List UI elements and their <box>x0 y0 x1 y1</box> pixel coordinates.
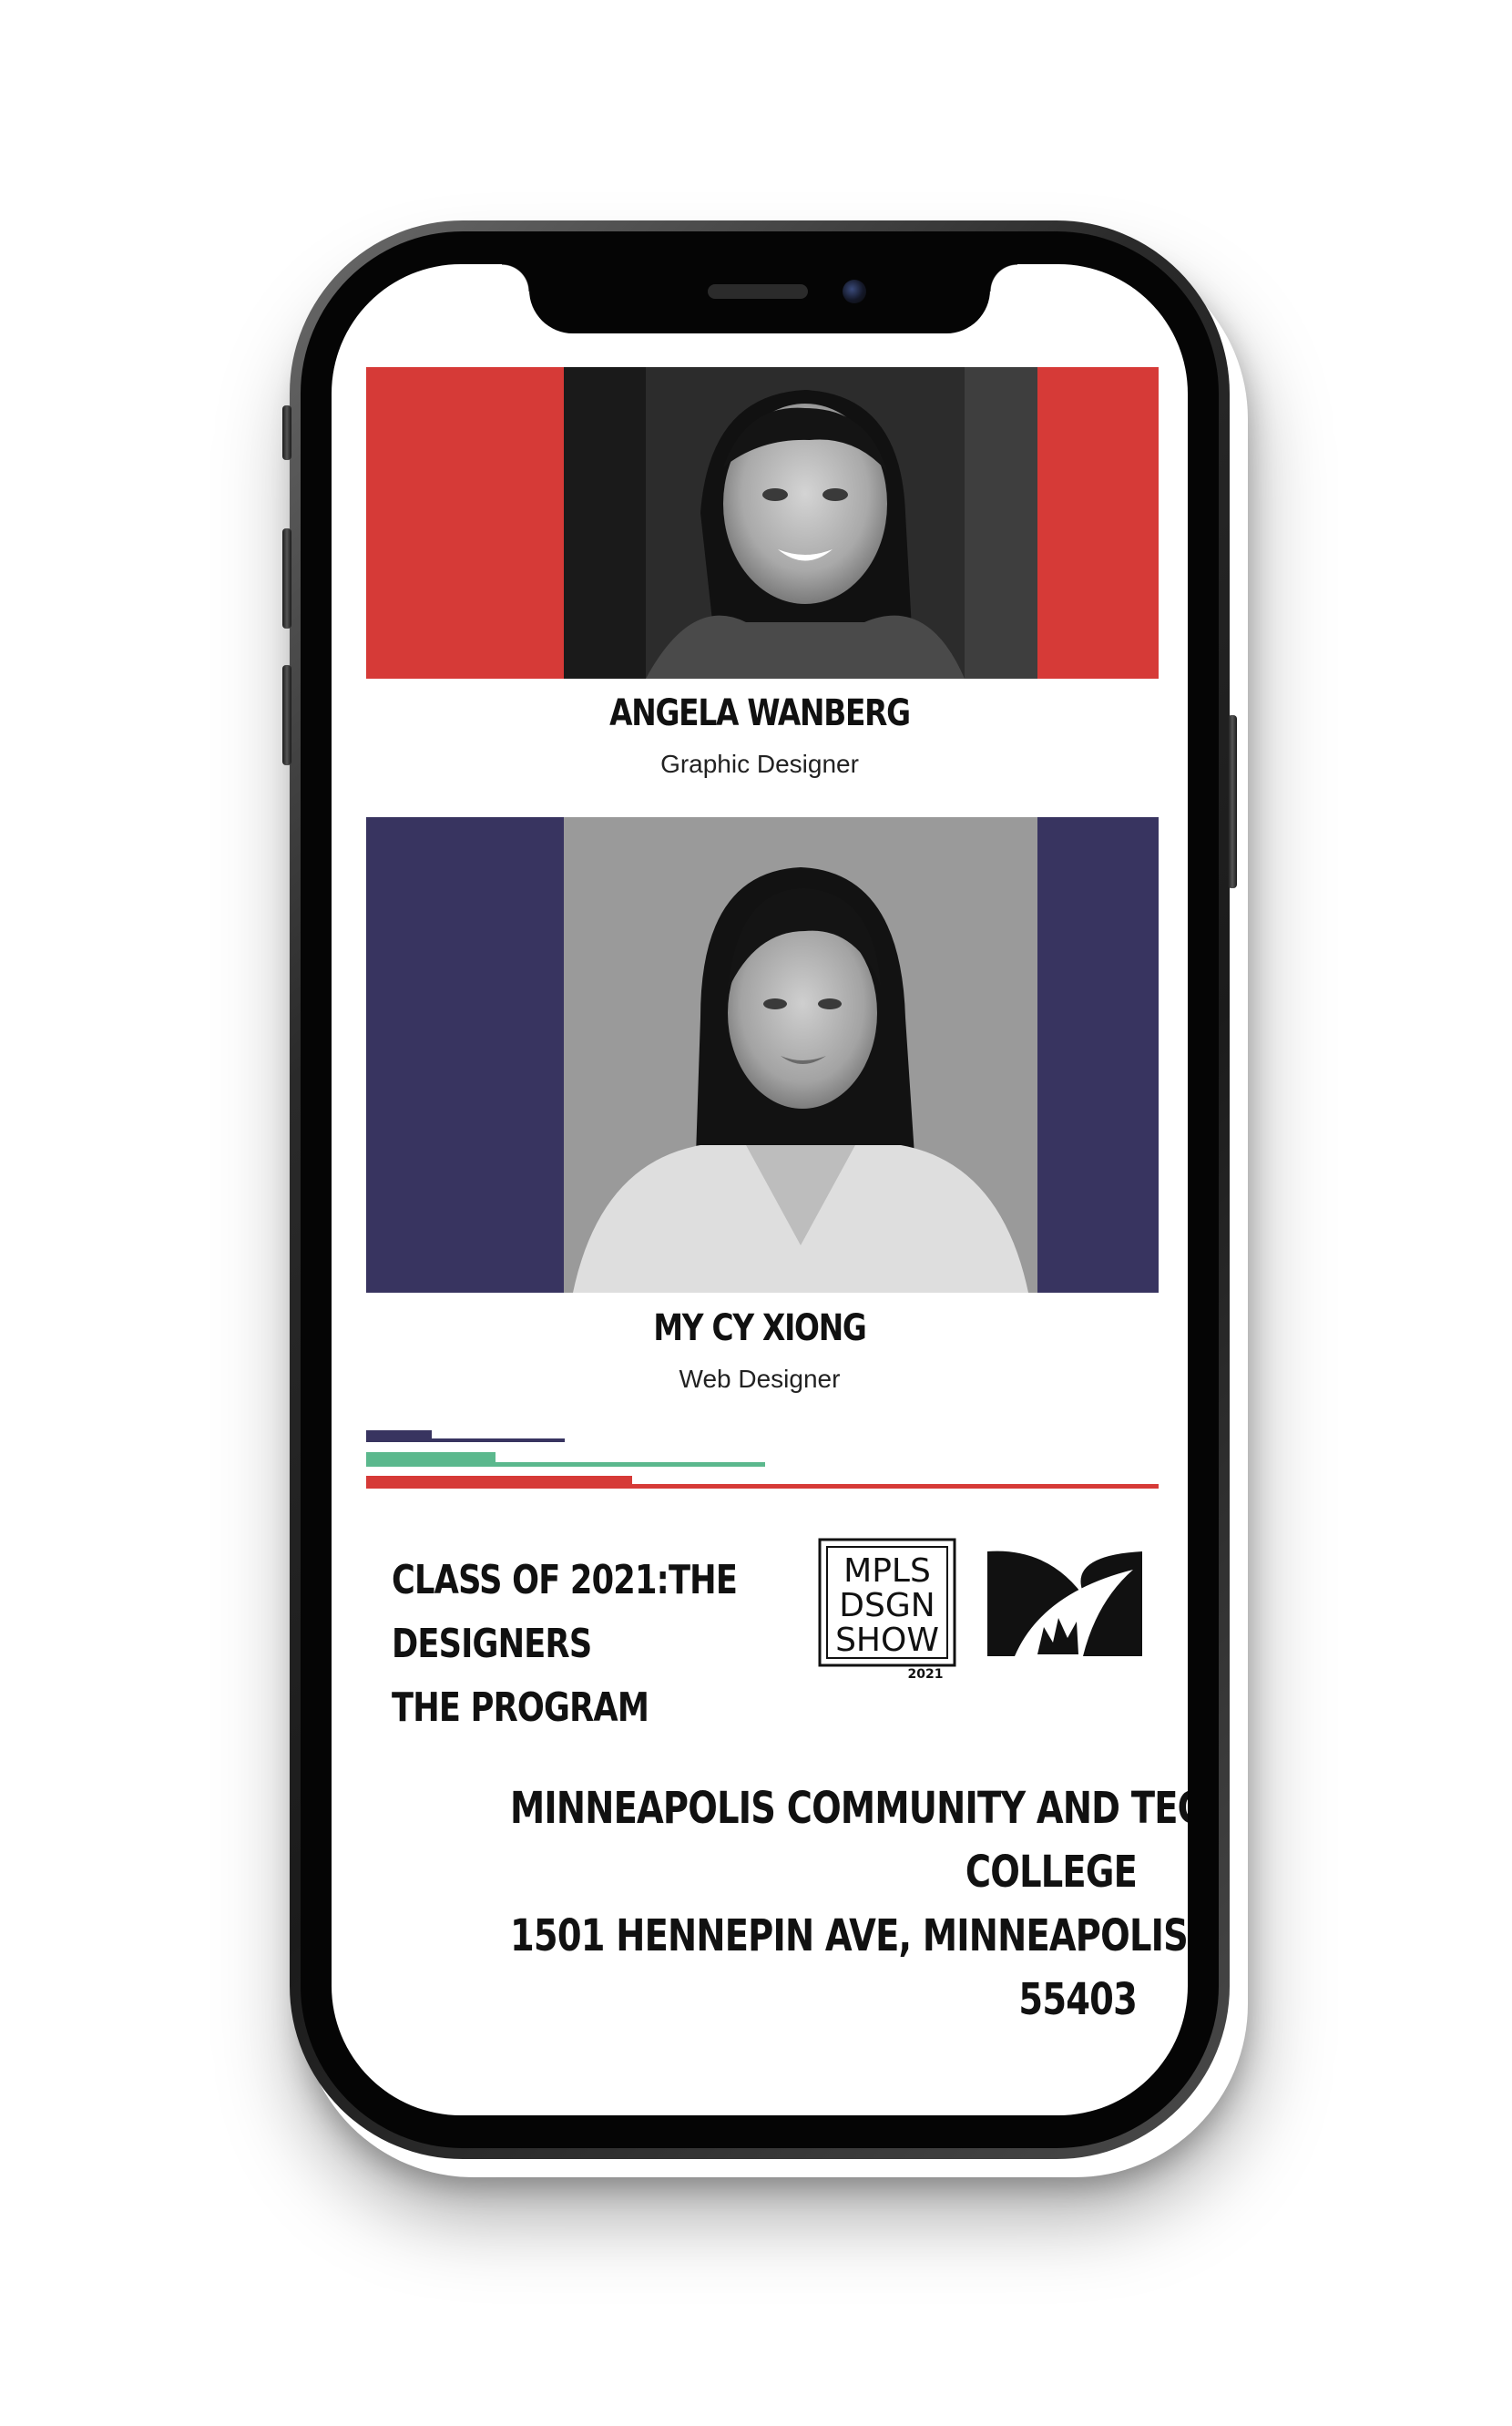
college-address: MINNEAPOLIS COMMUNITY AND TECHNICAL COLL… <box>510 1776 1188 2032</box>
designer-role: Graphic Designer <box>660 750 859 778</box>
address-line: MINNEAPOLIS COMMUNITY AND TECHNICAL <box>510 1783 1188 1834</box>
stripe-navy-line <box>366 1438 565 1442</box>
volume-up-button <box>282 528 291 629</box>
profile-photo-mycy <box>564 817 1037 1293</box>
earpiece-speaker <box>708 284 808 299</box>
event-title-line: DESIGNERS <box>392 1621 592 1667</box>
mpls-dsgn-show-logo: MPLS DSGN SHOW 2021 <box>818 1538 956 1682</box>
show-logo-line: MPLS <box>843 1552 931 1590</box>
designer-name: MY CY XIONG <box>653 1307 867 1349</box>
front-camera <box>843 280 866 303</box>
profile-photo-angela <box>564 367 1037 679</box>
profile-banner-angela <box>366 367 1159 679</box>
stripe-green-line <box>366 1462 765 1467</box>
show-logo-year: 2021 <box>908 1667 944 1682</box>
address-line: COLLEGE <box>965 1847 1138 1898</box>
volume-down-button <box>282 665 291 765</box>
mctc-logo <box>987 1551 1142 1656</box>
address-line: 1501 HENNEPIN AVE, MINNEAPOLIS, MN <box>510 1910 1188 1961</box>
phone-screen: ANGELA WANBERG Graphic Designer MY CY XI… <box>332 264 1188 2115</box>
event-title-line: CLASS OF 2021:THE <box>392 1557 738 1603</box>
power-button <box>1228 715 1237 888</box>
show-logo-line: DSGN <box>839 1587 935 1624</box>
portrait-photo <box>564 817 1037 1293</box>
profile-banner-mycy <box>366 817 1159 1293</box>
portrait-photo <box>564 367 1037 679</box>
phone-notch <box>502 264 1017 333</box>
designer-role: Web Designer <box>679 1365 841 1393</box>
mute-switch <box>282 405 291 460</box>
show-logo-line: SHOW <box>835 1622 939 1659</box>
designer-name: ANGELA WANBERG <box>609 692 911 734</box>
event-title-line: THE PROGRAM <box>392 1684 649 1731</box>
address-line: 55403 <box>1018 1974 1137 2025</box>
event-title: CLASS OF 2021:THE DESIGNERS THE PROGRAM <box>392 1549 738 1740</box>
stripe-red-line <box>366 1484 1159 1489</box>
